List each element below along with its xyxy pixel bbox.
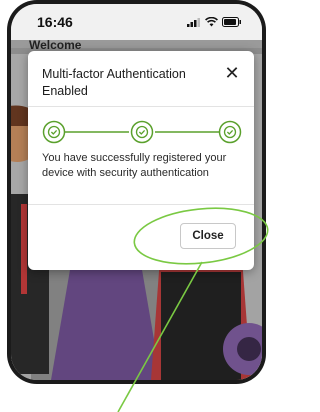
status-time: 16:46 xyxy=(37,14,73,30)
step-progress xyxy=(42,120,242,144)
phone-frame: 16:46 Welcome Multi-factor Authenticatio… xyxy=(7,0,266,384)
footer-divider xyxy=(28,204,254,205)
system-icons xyxy=(187,17,242,27)
step-3-complete-icon xyxy=(218,120,242,144)
wifi-icon xyxy=(205,17,218,27)
battery-icon xyxy=(222,17,241,27)
status-bar: 16:46 xyxy=(11,4,262,40)
success-message: You have successfully registered your de… xyxy=(42,152,227,179)
mfa-success-dialog: Multi-factor Authentication Enabled ✕ Yo… xyxy=(28,51,254,270)
close-icon[interactable]: ✕ xyxy=(224,64,240,82)
app-screen: 16:46 Welcome Multi-factor Authenticatio… xyxy=(11,4,262,380)
step-2-complete-icon xyxy=(130,120,154,144)
step-1-complete-icon xyxy=(42,120,66,144)
header-divider xyxy=(28,106,254,107)
signal-icon xyxy=(187,18,200,27)
dialog-title: Multi-factor Authentication Enabled xyxy=(42,67,186,98)
close-button[interactable]: Close xyxy=(180,223,236,249)
